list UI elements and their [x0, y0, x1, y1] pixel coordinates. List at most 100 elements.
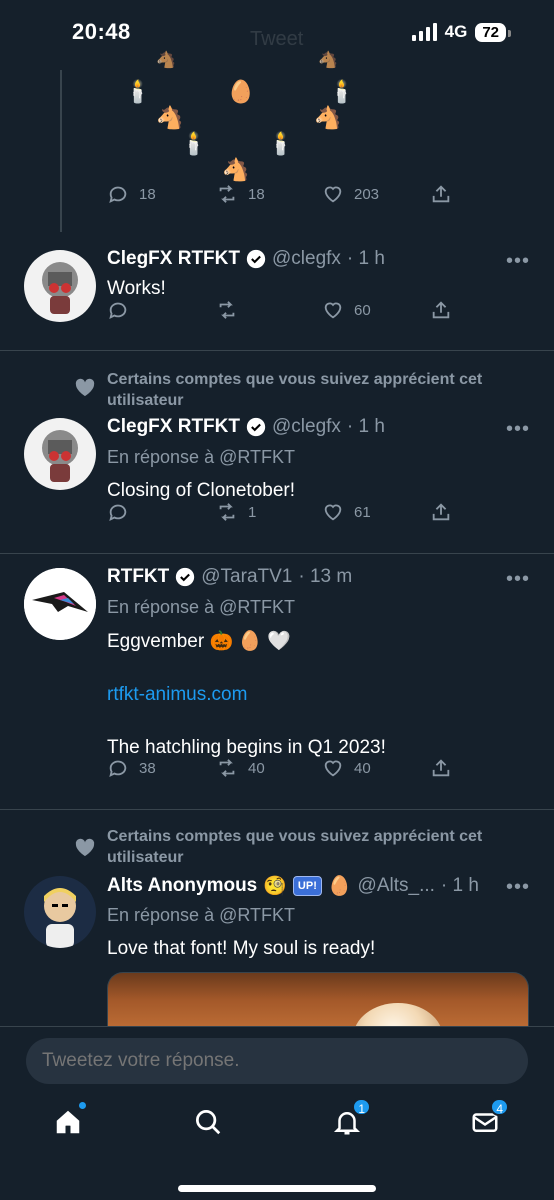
retweet-button[interactable]: 18 [216, 183, 265, 205]
candle-icon: 🕯️ [180, 131, 208, 156]
verified-icon [176, 567, 195, 587]
avatar[interactable] [24, 418, 96, 490]
heart-icon [324, 504, 342, 521]
rtfkt-logo-icon [24, 568, 96, 640]
horse-icon: 🐴 [222, 157, 250, 182]
tweet-text: Love that font! My soul is ready! [107, 938, 376, 959]
tab-bar: 1 4 [0, 1098, 554, 1152]
retweet-button[interactable]: 40 [216, 757, 265, 779]
reply-button[interactable] [107, 501, 139, 523]
avatar-image [24, 250, 96, 322]
handle[interactable]: @Alts_... [358, 875, 435, 897]
candle-icon: 🕯️ [267, 131, 295, 156]
reply-count: 18 [139, 185, 156, 203]
reply-to[interactable]: En réponse à @RTFKT [107, 905, 295, 926]
monocle-emoji-icon: 🧐 [263, 876, 287, 897]
display-name[interactable]: Alts Anonymous [107, 875, 257, 897]
share-button[interactable] [430, 299, 452, 321]
like-count: 60 [354, 301, 371, 319]
avatar[interactable] [24, 250, 96, 322]
horse-icon: 🐴 [156, 105, 184, 130]
tab-messages[interactable]: 4 [465, 1098, 509, 1142]
bottom-bar: 1 4 [0, 1026, 554, 1200]
candle-icon: 🕯️ [124, 79, 152, 104]
messages-badge: 4 [490, 1098, 509, 1116]
tab-search[interactable] [188, 1102, 228, 1142]
reply-to[interactable]: En réponse à @RTFKT [107, 597, 295, 618]
social-context: Certains comptes que vous suivez appréci… [107, 371, 483, 409]
display-name[interactable]: RTFKT [107, 566, 169, 588]
tweet-emoji-art: 🕯️ 🥚 🕯️ 🐴 🐴 🕯️ 🕯️ 🐴 🐴 🐴 [120, 53, 360, 190]
like-button[interactable]: 61 [322, 501, 371, 523]
timestamp: · 13 m [298, 566, 353, 587]
avatar[interactable] [24, 876, 96, 948]
reply-button[interactable]: 38 [107, 757, 156, 779]
candle-icon: 🕯️ [328, 79, 356, 104]
retweet-count: 18 [248, 185, 265, 203]
retweet-button[interactable] [216, 299, 248, 321]
reply-count: 38 [139, 759, 156, 777]
tab-home[interactable] [48, 1102, 88, 1142]
reply-icon [109, 302, 127, 320]
more-options-icon[interactable]: ••• [506, 568, 530, 591]
tweet-link[interactable]: rtfkt-animus.com [107, 684, 247, 706]
thread-line [60, 70, 62, 232]
retweet-icon [219, 185, 235, 203]
handle[interactable]: @clegfx [272, 248, 341, 270]
handle[interactable]: @clegfx [272, 416, 341, 438]
divider [0, 809, 554, 810]
notifications-badge: 1 [352, 1098, 371, 1116]
social-context: Certains comptes que vous suivez appréci… [107, 828, 483, 866]
reply-button[interactable] [107, 299, 139, 321]
timestamp: · 1 h [440, 875, 479, 896]
timestamp: · 1 h [346, 416, 385, 437]
signal-icon [411, 23, 437, 41]
tweet-text: The hatchling begins in Q1 2023! [107, 737, 386, 758]
heart-icon [75, 378, 95, 397]
reply-icon [109, 760, 127, 778]
home-icon [56, 1110, 80, 1134]
egg-icon: 🥚 [327, 876, 352, 897]
home-unread-dot [79, 1102, 86, 1109]
share-button[interactable] [430, 183, 452, 205]
avatar[interactable] [24, 568, 96, 640]
reply-icon [109, 186, 127, 204]
reply-button[interactable]: 18 [107, 183, 156, 205]
share-icon [432, 759, 450, 777]
egg-icon: 🥚 [227, 79, 255, 104]
search-icon [196, 1110, 221, 1135]
handle[interactable]: @TaraTV1 [201, 566, 292, 588]
retweet-icon [219, 503, 235, 521]
share-button[interactable] [430, 501, 452, 523]
more-options-icon[interactable]: ••• [506, 250, 530, 273]
like-count: 61 [354, 503, 371, 521]
reply-to[interactable]: En réponse à @RTFKT [107, 447, 295, 468]
tab-notifications[interactable]: 1 [327, 1098, 371, 1142]
like-button[interactable]: 60 [322, 299, 371, 321]
divider [0, 553, 554, 554]
verified-icon [246, 249, 266, 269]
like-button[interactable]: 203 [322, 183, 379, 205]
tweet-header: RTFKT @TaraTV1 · 13 m [107, 566, 352, 588]
heart-icon [324, 760, 342, 777]
retweet-button[interactable]: 1 [216, 501, 256, 523]
tweet-header: Alts Anonymous 🧐 UP! 🥚 @Alts_... · 1 h [107, 874, 479, 898]
retweet-count: 1 [248, 503, 257, 521]
more-options-icon[interactable]: ••• [506, 418, 530, 441]
heart-icon [324, 186, 342, 203]
tweet-header: ClegFX RTFKT @clegfx · 1 h [107, 248, 385, 270]
like-button[interactable]: 40 [322, 757, 371, 779]
tweet-text: Closing of Clonetober! [107, 480, 295, 501]
up-badge-icon: UP! [292, 876, 322, 896]
reply-icon [109, 504, 127, 522]
display-name[interactable]: ClegFX RTFKT [107, 248, 240, 270]
avatar-image [24, 418, 96, 490]
more-options-icon[interactable]: ••• [506, 876, 530, 899]
display-name[interactable]: ClegFX RTFKT [107, 416, 240, 438]
retweet-count: 40 [248, 759, 265, 777]
reply-input[interactable] [26, 1038, 528, 1084]
heart-icon [75, 838, 95, 857]
share-button[interactable] [430, 757, 452, 779]
timestamp: · 1 h [346, 248, 385, 269]
retweet-icon [219, 759, 235, 777]
